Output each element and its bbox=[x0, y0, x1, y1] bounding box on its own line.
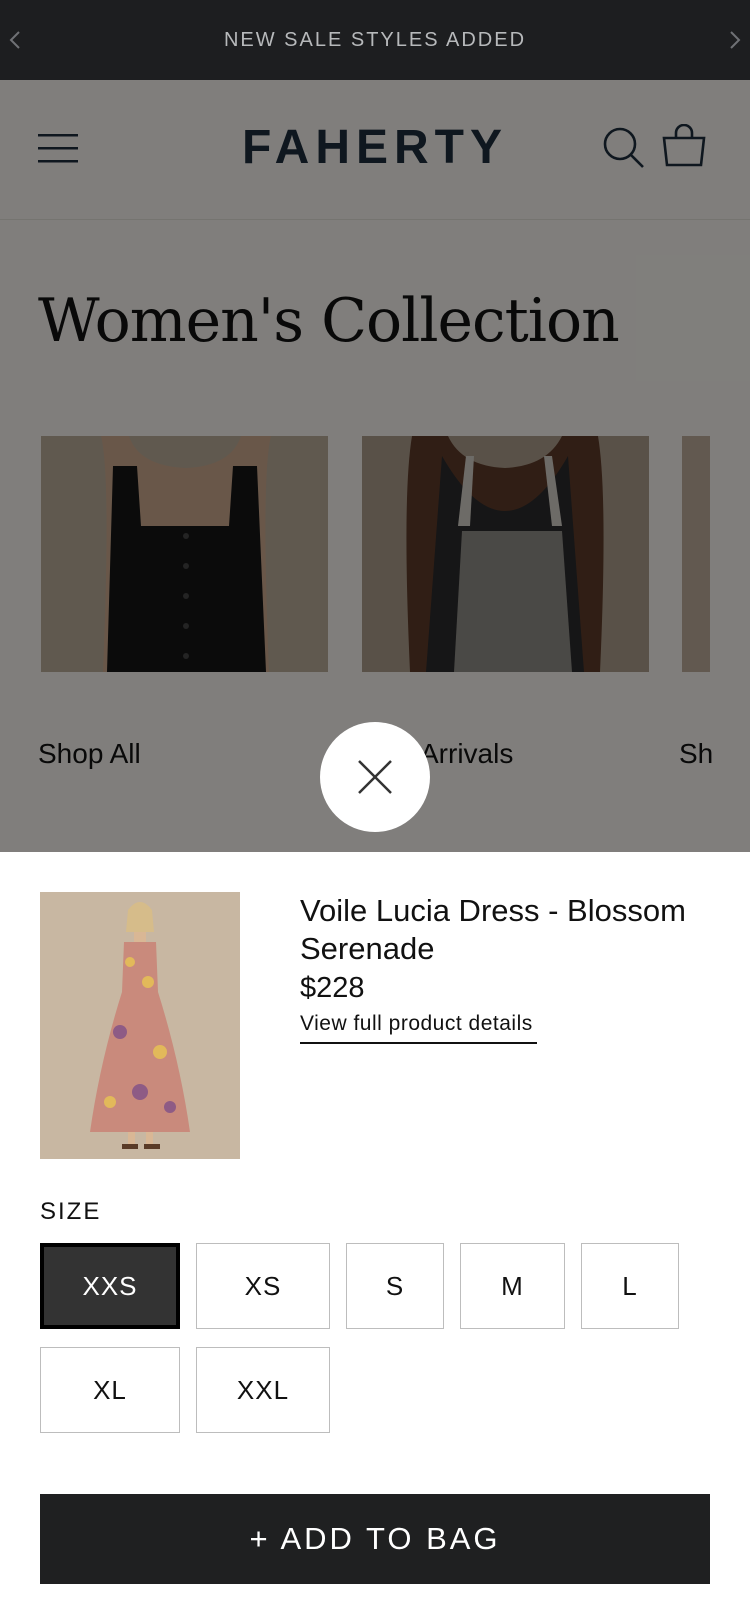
size-option-xl[interactable]: XL bbox=[40, 1347, 180, 1433]
size-option-s[interactable]: S bbox=[346, 1243, 444, 1329]
product-name: Voile Lucia Dress - Blossom Serenade bbox=[300, 893, 686, 966]
chevron-left-icon[interactable] bbox=[4, 28, 28, 52]
close-icon bbox=[358, 760, 392, 794]
size-option-xxl[interactable]: XXL bbox=[196, 1347, 330, 1433]
view-details-link[interactable]: View full product details bbox=[300, 1012, 533, 1036]
chevron-right-icon[interactable] bbox=[722, 28, 746, 52]
floral-dress-image bbox=[40, 892, 240, 1159]
add-to-bag-button[interactable]: + ADD TO BAG bbox=[40, 1494, 710, 1584]
size-option-xxs[interactable]: XXS bbox=[40, 1243, 180, 1329]
close-button[interactable] bbox=[320, 722, 430, 832]
size-option-l[interactable]: L bbox=[581, 1243, 679, 1329]
size-option-xs[interactable]: XS bbox=[196, 1243, 330, 1329]
product-price: $228 bbox=[300, 972, 365, 1004]
link-underline bbox=[300, 1042, 537, 1044]
announcement-bar: NEW SALE STYLES ADDED bbox=[0, 0, 750, 80]
size-option-m[interactable]: M bbox=[460, 1243, 565, 1329]
size-label: SIZE bbox=[40, 1198, 102, 1225]
announcement-text: NEW SALE STYLES ADDED bbox=[223, 29, 527, 51]
product-image[interactable] bbox=[40, 892, 240, 1159]
